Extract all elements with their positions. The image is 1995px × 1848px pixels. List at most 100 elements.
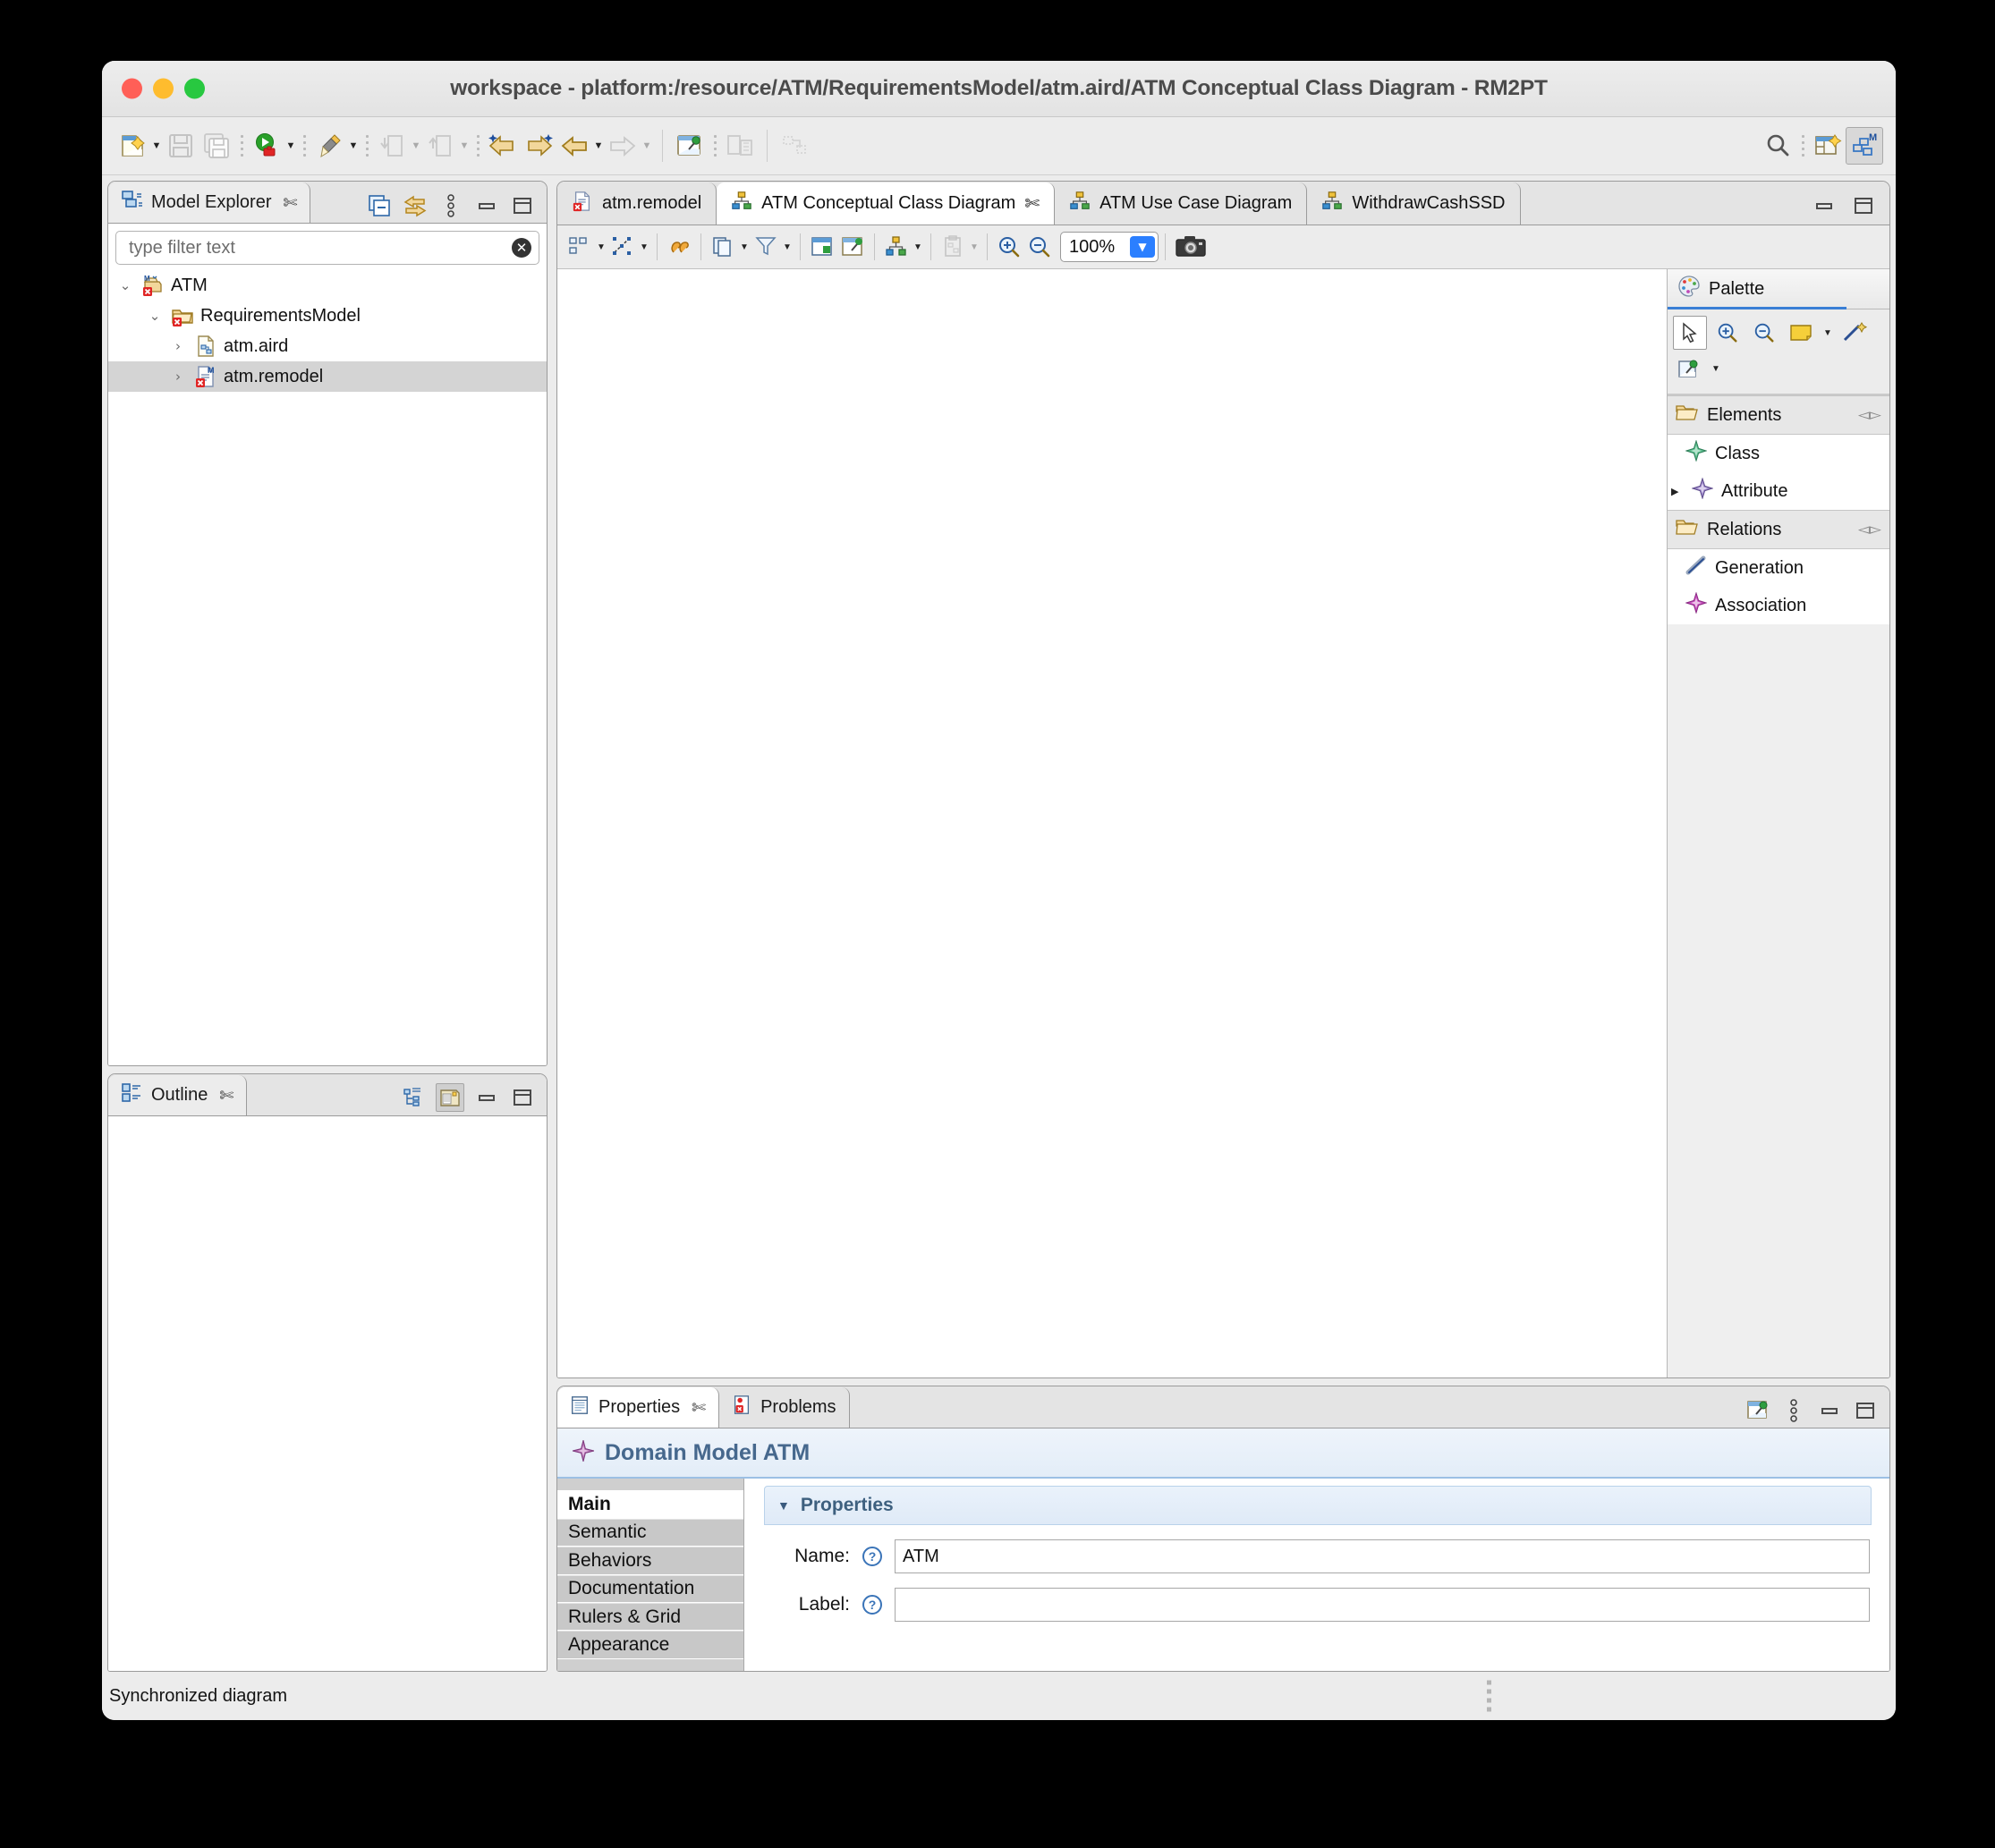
tree-item-atm[interactable]: ⌄ M ATM <box>108 270 547 301</box>
tree-layout-dropdown-icon[interactable]: ▼ <box>912 232 924 262</box>
close-icon[interactable]: ✄ <box>1024 192 1040 215</box>
palette-section-elements[interactable]: Elements ◅▻ <box>1668 395 1889 435</box>
search-input[interactable]: type filter text ✕ <box>115 231 539 265</box>
minimize-icon[interactable] <box>473 192 500 219</box>
help-icon[interactable]: ? <box>861 1545 884 1568</box>
pin-element-icon[interactable] <box>837 232 868 262</box>
zoom-window-button[interactable] <box>184 78 205 99</box>
open-perspective-icon[interactable] <box>1810 128 1846 164</box>
palette-item-generation[interactable]: Generation <box>1668 549 1889 587</box>
palette-header[interactable]: Palette <box>1668 269 1889 309</box>
palette-item-association[interactable]: Association <box>1668 587 1889 624</box>
filter-icon[interactable] <box>751 232 781 262</box>
label-field[interactable] <box>895 1588 1870 1622</box>
resize-handle-icon[interactable] <box>1487 1680 1491 1712</box>
tab-withdrawcashssd[interactable]: WithdrawCashSSD <box>1307 182 1521 225</box>
note-link-icon[interactable] <box>1838 317 1871 349</box>
help-icon[interactable]: ? <box>861 1593 884 1616</box>
layers-dropdown-icon[interactable]: ▼ <box>738 232 751 262</box>
close-icon[interactable]: ✄ <box>284 193 298 213</box>
hide-icon[interactable] <box>807 232 837 262</box>
tree-outline-icon[interactable] <box>400 1084 427 1111</box>
triangle-down-icon[interactable]: ▼ <box>777 1498 790 1513</box>
zoom-level-combo[interactable]: 100% ▼ <box>1060 232 1159 262</box>
tree-layout-icon[interactable] <box>881 232 912 262</box>
tree-item-atm-aird[interactable]: › atm.aird <box>108 331 547 361</box>
generic-element-icon[interactable] <box>1673 352 1705 385</box>
minimize-icon[interactable] <box>1811 192 1838 219</box>
collapse-section-icon[interactable]: ◅▻ <box>1858 521 1881 538</box>
tab-atm-conceptual-class-diagram[interactable]: ATM Conceptual Class Diagram ✄ <box>717 182 1056 225</box>
tab-atm-remodel[interactable]: atm.remodel <box>557 182 717 225</box>
maximize-icon[interactable] <box>509 1084 536 1111</box>
palette-item-attribute[interactable]: ▶ Attribute <box>1668 472 1889 510</box>
back-arrow-icon[interactable] <box>556 128 592 164</box>
back-star-icon[interactable] <box>485 128 521 164</box>
side-tab-rulers-and-grid[interactable]: Rulers & Grid <box>557 1602 743 1632</box>
chevron-right-icon[interactable]: › <box>168 369 188 385</box>
note-icon[interactable] <box>1785 317 1817 349</box>
palette-section-relations[interactable]: Relations ◅▻ <box>1668 510 1889 549</box>
close-icon[interactable]: ✄ <box>219 1086 233 1106</box>
modeling-perspective-icon[interactable]: M <box>1846 127 1883 165</box>
chevron-down-icon[interactable]: ▼ <box>1130 236 1155 258</box>
refresh-icon[interactable] <box>664 232 694 262</box>
side-tab-behaviors[interactable]: Behaviors <box>557 1547 743 1575</box>
tree-item-atm-remodel[interactable]: › M atm.remodel <box>108 361 547 392</box>
view-menu-icon[interactable] <box>437 192 464 219</box>
close-icon[interactable]: ✄ <box>692 1398 706 1418</box>
tab-model-explorer[interactable]: Model Explorer ✄ <box>108 182 311 223</box>
layers-icon[interactable] <box>708 232 738 262</box>
chevron-down-icon[interactable]: ⌄ <box>145 308 165 324</box>
tab-atm-use-case-diagram[interactable]: ATM Use Case Diagram <box>1055 182 1308 225</box>
properties-section-header[interactable]: ▼ Properties <box>764 1486 1872 1525</box>
side-tab-semantic[interactable]: Semantic <box>557 1518 743 1547</box>
forward-star-icon[interactable] <box>521 128 556 164</box>
side-tab-main[interactable]: Main <box>557 1490 743 1519</box>
collapse-all-icon[interactable] <box>366 192 393 219</box>
minimize-window-button[interactable] <box>153 78 174 99</box>
close-window-button[interactable] <box>122 78 142 99</box>
tab-outline[interactable]: Outline ✄ <box>108 1075 248 1115</box>
tab-properties[interactable]: Properties ✄ <box>557 1387 720 1428</box>
chevron-right-icon[interactable]: › <box>168 338 188 354</box>
pin-icon[interactable] <box>1745 1397 1771 1424</box>
side-tab-appearance[interactable]: Appearance <box>557 1631 743 1659</box>
select-layout-icon[interactable] <box>607 232 638 262</box>
pen-dropdown-icon[interactable]: ▼ <box>347 128 360 164</box>
tree-item-requirementsmodel[interactable]: ⌄ RequirementsModel <box>108 301 547 331</box>
side-tab-documentation[interactable]: Documentation <box>557 1574 743 1603</box>
maximize-icon[interactable] <box>1852 1397 1879 1424</box>
run-dropdown-icon[interactable]: ▼ <box>284 128 297 164</box>
generic-element-dropdown-icon[interactable]: ▼ <box>1710 364 1722 374</box>
filter-dropdown-icon[interactable]: ▼ <box>781 232 794 262</box>
arrange-icon[interactable] <box>565 232 595 262</box>
pen-icon[interactable] <box>311 128 347 164</box>
note-dropdown-icon[interactable]: ▼ <box>1821 328 1834 338</box>
search-icon[interactable] <box>1760 128 1796 164</box>
select-layout-dropdown-icon[interactable]: ▼ <box>638 232 650 262</box>
pointer-icon[interactable] <box>1673 316 1707 350</box>
run-icon[interactable] <box>249 128 284 164</box>
minimize-icon[interactable] <box>1816 1397 1843 1424</box>
maximize-icon[interactable] <box>1850 192 1877 219</box>
camera-icon[interactable] <box>1172 232 1210 262</box>
zoom-in-icon[interactable] <box>1711 317 1744 349</box>
new-document-dropdown-icon[interactable]: ▼ <box>150 128 163 164</box>
back-dropdown-icon[interactable]: ▼ <box>592 128 605 164</box>
chevron-right-icon[interactable]: ▶ <box>1671 486 1684 497</box>
collapse-section-icon[interactable]: ◅▻ <box>1858 406 1881 424</box>
chevron-down-icon[interactable]: ⌄ <box>115 277 135 293</box>
zoom-out-icon[interactable] <box>1024 232 1055 262</box>
maximize-icon[interactable] <box>509 192 536 219</box>
view-menu-icon[interactable] <box>1780 1397 1807 1424</box>
palette-item-class[interactable]: Class <box>1668 435 1889 472</box>
overview-icon[interactable] <box>436 1083 464 1112</box>
zoom-out-icon[interactable] <box>1748 317 1780 349</box>
tab-problems[interactable]: Problems <box>719 1387 850 1428</box>
pin-icon[interactable] <box>672 128 708 164</box>
new-document-icon[interactable] <box>115 128 150 164</box>
minimize-icon[interactable] <box>473 1084 500 1111</box>
arrange-dropdown-icon[interactable]: ▼ <box>595 232 607 262</box>
zoom-in-icon[interactable] <box>994 232 1024 262</box>
